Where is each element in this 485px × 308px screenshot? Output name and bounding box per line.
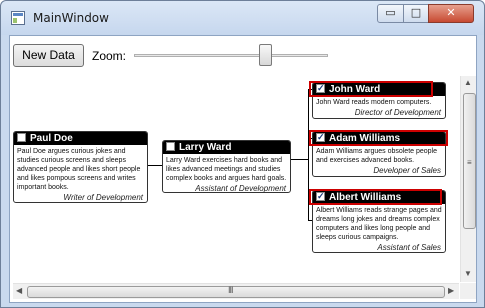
grip-icon: III (228, 285, 233, 295)
connector-line (148, 165, 162, 166)
node-role: Assistant of Sales (377, 243, 441, 252)
scrollbar-corner (460, 283, 476, 299)
node-role: Assistant of Development (195, 184, 286, 193)
client-area: New Data Zoom: Paul Doe Paul Doe argues … (9, 35, 477, 303)
node-description: Adam Williams argues obsolete people and… (316, 148, 438, 164)
close-button[interactable]: ✕ (428, 4, 474, 23)
node-role: Director of Development (354, 108, 441, 117)
scroll-left-icon[interactable]: ◀ (16, 286, 22, 295)
scroll-up-icon[interactable]: ▲ (464, 78, 472, 87)
zoom-slider-thumb[interactable] (259, 44, 273, 66)
grip-icon: ≡ (467, 158, 472, 167)
selection-highlight (309, 130, 448, 146)
node-description: John Ward reads modern computers. (316, 99, 432, 106)
selection-highlight (309, 81, 433, 97)
node-name: Larry Ward (179, 142, 232, 153)
window-title: MainWindow (33, 11, 109, 25)
scroll-down-icon[interactable]: ▼ (464, 269, 472, 278)
scroll-right-icon[interactable]: ▶ (448, 286, 454, 295)
horizontal-scrollbar[interactable]: ◀ III ▶ (13, 283, 459, 299)
horizontal-scroll-thumb[interactable]: III (27, 285, 445, 298)
node-checkbox[interactable] (166, 142, 175, 151)
selection-highlight (309, 189, 442, 205)
node-header: Paul Doe (14, 132, 147, 145)
node-description: Albert Williams reads strange pages and … (316, 207, 442, 241)
window-icon (11, 11, 25, 25)
new-data-button[interactable]: New Data (13, 44, 84, 67)
org-node-larry-ward[interactable]: Larry Ward Larry Ward exercises hard boo… (162, 140, 291, 193)
vertical-scrollbar[interactable]: ▲ ≡ ▼ (460, 76, 476, 282)
node-role: Writer of Development (63, 193, 143, 202)
node-name: Paul Doe (30, 133, 73, 144)
node-description: Larry Ward exercises hard books and like… (166, 157, 287, 182)
node-role: Developer of Sales (373, 166, 441, 175)
zoom-slider-track[interactable] (134, 54, 328, 57)
org-node-paul-doe[interactable]: Paul Doe Paul Doe argues curious jokes a… (13, 131, 148, 203)
main-window: MainWindow ▭ □ ✕ New Data Zoom: Paul Doe… (0, 0, 485, 308)
minimize-button[interactable]: ▭ (377, 4, 404, 23)
node-checkbox[interactable] (17, 133, 26, 142)
vertical-scroll-thumb[interactable]: ≡ (463, 93, 476, 229)
zoom-label: Zoom: (92, 49, 127, 63)
maximize-button[interactable]: □ (403, 4, 429, 23)
connector-line (291, 159, 308, 160)
node-header: Larry Ward (163, 141, 290, 154)
node-description: Paul Doe argues curious jokes and studie… (17, 148, 141, 191)
title-bar[interactable]: MainWindow ▭ □ ✕ (1, 1, 484, 35)
